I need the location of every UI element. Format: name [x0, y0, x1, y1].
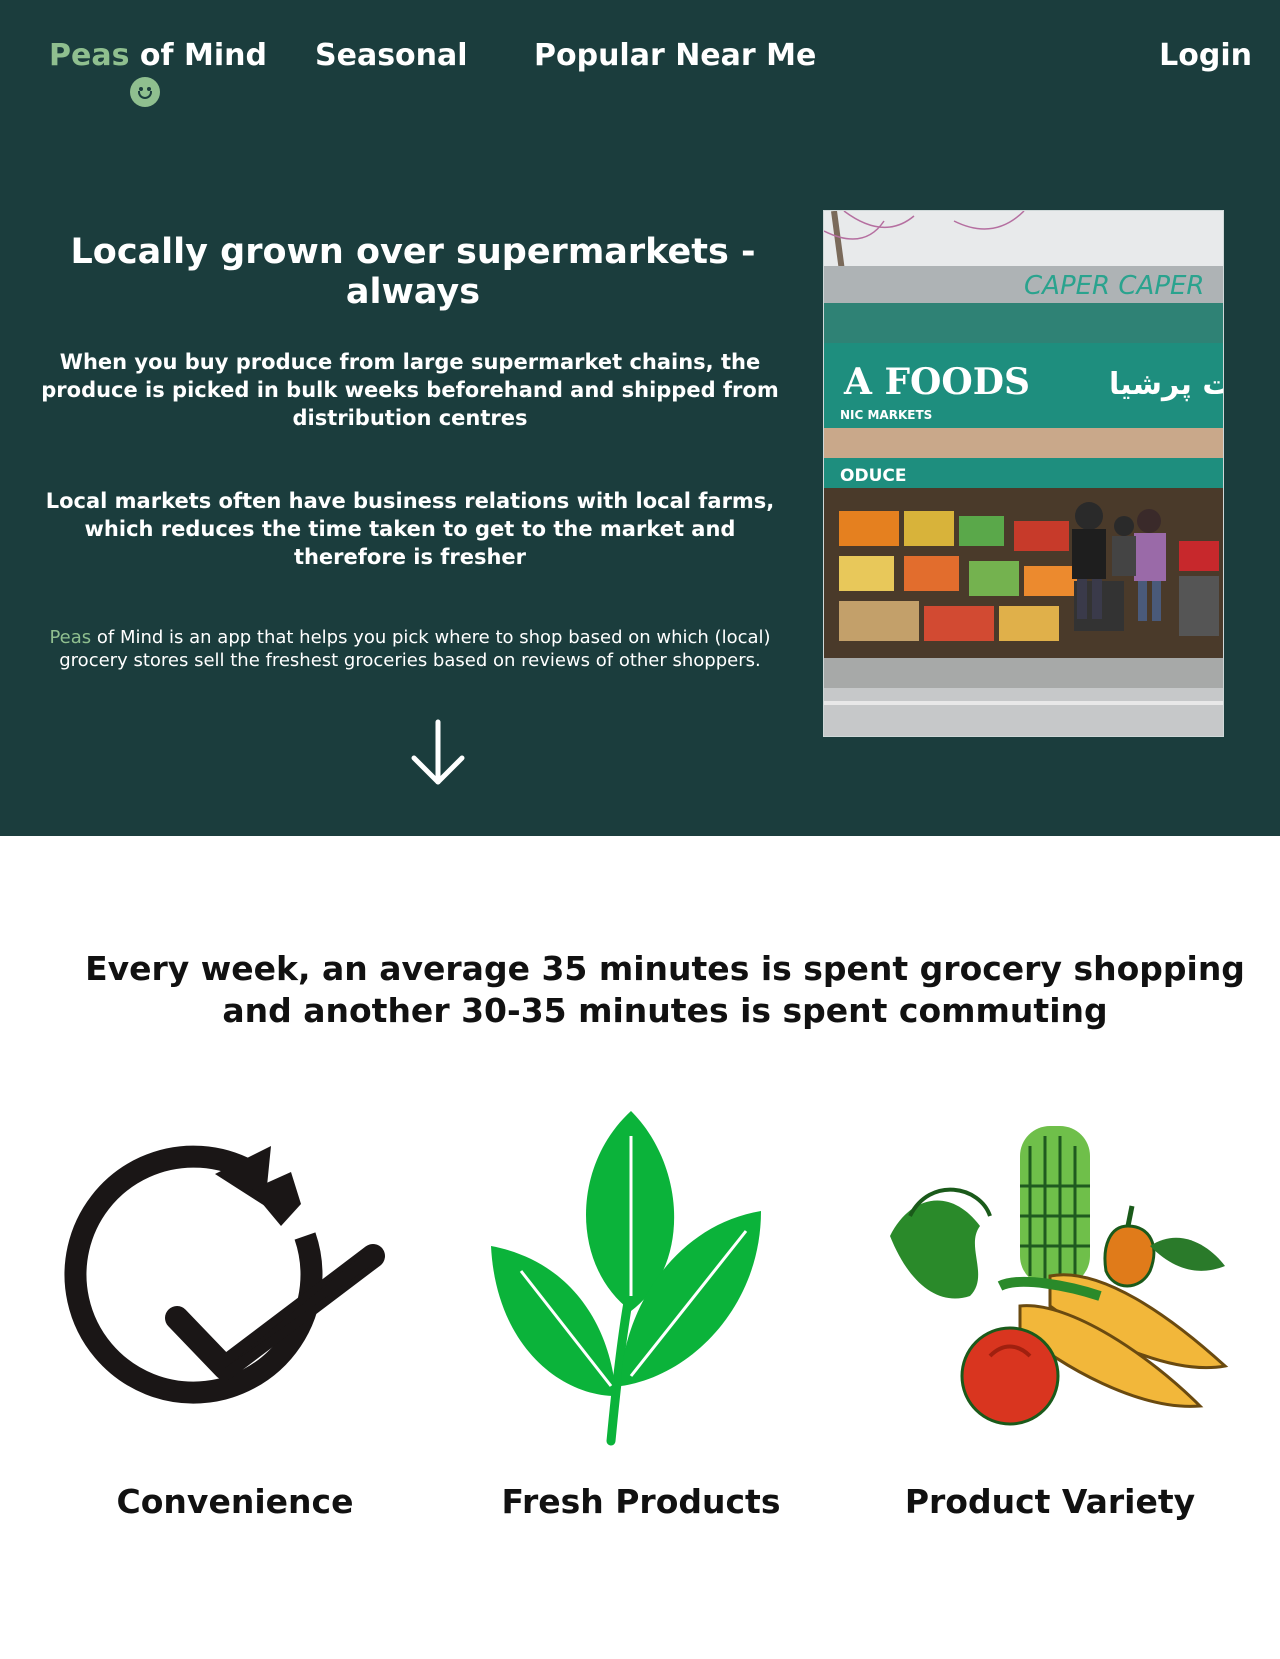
feature-label-product-variety: Product Variety [904, 1482, 1196, 1521]
nav-popular-near-me[interactable]: Popular Near Me [534, 38, 816, 73]
arrow-down-icon[interactable] [408, 718, 468, 788]
hero-paragraph-supermarkets: When you buy produce from large supermar… [41, 350, 779, 430]
about-rest: of Mind is an app that helps you pick wh… [59, 627, 771, 671]
clock-check-icon [64, 1145, 385, 1404]
store-sign-text: A FOODS [843, 361, 1030, 403]
store-persian-text: ت پرشیا [1109, 367, 1224, 402]
hero-section: Peas of Mind Seasonal Popular Near Me Lo… [0, 0, 1280, 836]
feature-label-convenience: Convenience [116, 1482, 354, 1521]
brand-peas: Peas [49, 38, 130, 73]
nav-seasonal[interactable]: Seasonal [315, 38, 468, 73]
features-section: Every week, an average 35 minutes is spe… [0, 836, 1280, 1659]
store-capers-text: CAPER CAPER [1024, 271, 1205, 301]
leaf-icon [491, 1111, 761, 1446]
hero-title: Locally grown over supermarkets - always [70, 232, 756, 312]
about-peas: Peas [49, 627, 92, 648]
brand-of-mind: of Mind [129, 38, 267, 73]
hero-paragraph-about-app: Peas of Mind is an app that helps you pi… [38, 626, 782, 672]
top-nav: Peas of Mind Seasonal Popular Near Me Lo… [0, 0, 1280, 130]
feature-label-fresh-products: Fresh Products [501, 1482, 781, 1521]
vegetables-icon [890, 1126, 1229, 1426]
store-sub-text: NIC MARKETS [840, 408, 932, 422]
stat-heading: Every week, an average 35 minutes is spe… [85, 949, 1245, 1030]
nav-login[interactable]: Login [1159, 38, 1252, 73]
brand-logo[interactable]: Peas of Mind [49, 38, 267, 73]
hero-paragraph-local-markets: Local markets often have business relati… [45, 489, 775, 569]
smiley-icon [130, 77, 160, 107]
storefront-photo: CAPER CAPER A FOODS ت پرشیا NIC MARKETS … [823, 210, 1224, 737]
store-produce-text: ODUCE [840, 466, 906, 486]
